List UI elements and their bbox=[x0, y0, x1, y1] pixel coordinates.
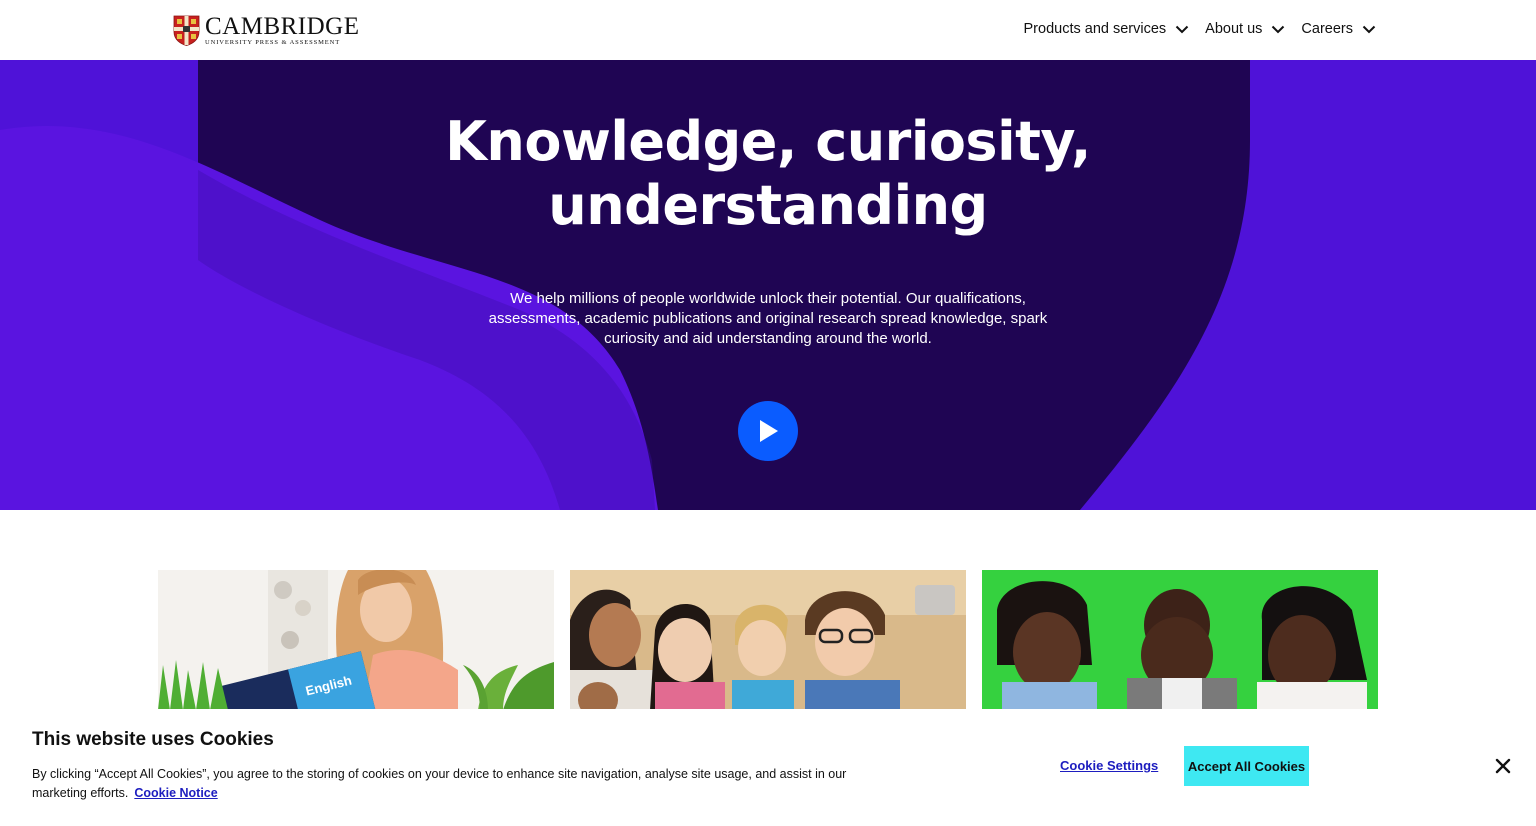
nav-careers[interactable]: Careers bbox=[1301, 18, 1376, 40]
play-video-button[interactable] bbox=[738, 401, 798, 461]
logo-subtitle: UNIVERSITY PRESS & ASSESSMENT bbox=[205, 39, 341, 46]
cambridge-shield-icon bbox=[173, 15, 200, 46]
close-icon[interactable] bbox=[1494, 757, 1512, 775]
nav-about-us[interactable]: About us bbox=[1205, 18, 1285, 40]
chevron-down-icon bbox=[1362, 25, 1376, 33]
cookie-notice-link[interactable]: Cookie Notice bbox=[134, 786, 217, 800]
chevron-down-icon bbox=[1175, 25, 1189, 33]
hero-title: Knowledge, curiosity, understanding bbox=[368, 110, 1168, 238]
feature-cards: English bbox=[158, 570, 1378, 710]
cookie-settings-button[interactable]: Cookie Settings bbox=[1060, 758, 1158, 773]
cambridge-logo[interactable]: CAMBRIDGE UNIVERSITY PRESS & ASSESSMENT bbox=[173, 14, 360, 47]
card-english-learner[interactable]: English bbox=[158, 570, 554, 710]
nav-label: Careers bbox=[1301, 21, 1353, 37]
card-children-reading[interactable] bbox=[982, 570, 1378, 710]
nav-products-and-services[interactable]: Products and services bbox=[1024, 18, 1190, 40]
accept-all-cookies-button[interactable]: Accept All Cookies bbox=[1184, 746, 1309, 786]
hero-title-line2: understanding bbox=[548, 174, 988, 237]
nav-label: Products and services bbox=[1023, 21, 1167, 37]
children-reading-image bbox=[982, 570, 1378, 710]
nav-label: About us bbox=[1205, 21, 1263, 37]
hero-banner: Knowledge, curiosity, understanding We h… bbox=[0, 60, 1536, 510]
main-nav: Products and services About us Careers bbox=[1024, 18, 1376, 40]
hero-title-line1: Knowledge, curiosity, bbox=[445, 110, 1091, 173]
logo-wordmark: CAMBRIDGE bbox=[205, 13, 360, 40]
cookie-banner-text: By clicking “Accept All Cookies”, you ag… bbox=[32, 765, 852, 803]
cookie-banner: This website uses Cookies By clicking “A… bbox=[0, 709, 1536, 826]
chevron-down-icon bbox=[1272, 25, 1285, 33]
site-header: CAMBRIDGE UNIVERSITY PRESS & ASSESSMENT … bbox=[0, 0, 1536, 60]
english-learner-image: English bbox=[158, 570, 554, 710]
play-icon bbox=[760, 420, 778, 442]
students-group-image bbox=[570, 570, 966, 710]
card-students-group[interactable] bbox=[570, 570, 966, 710]
hero-description: We help millions of people worldwide unl… bbox=[488, 290, 1048, 347]
cookie-banner-title: This website uses Cookies bbox=[32, 729, 274, 750]
